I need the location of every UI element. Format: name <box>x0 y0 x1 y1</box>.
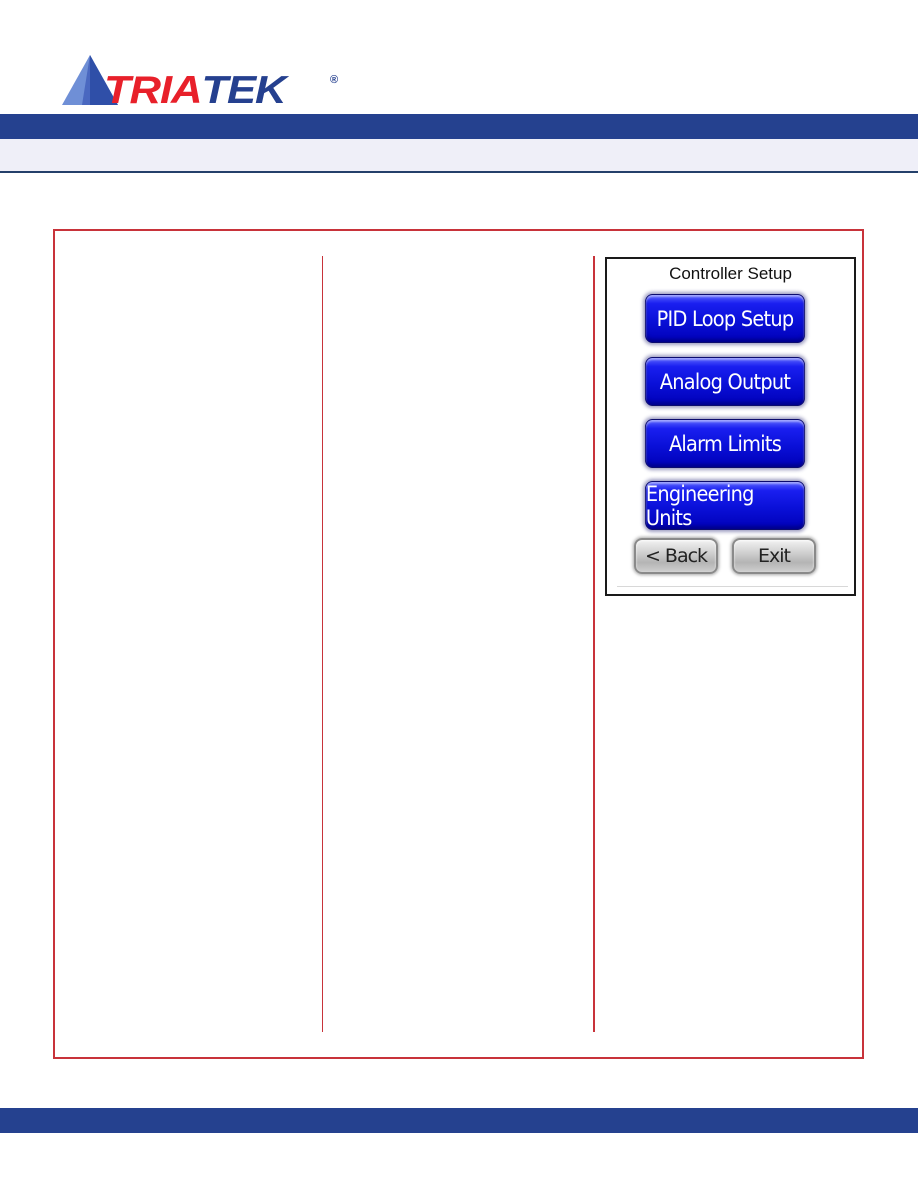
footer-bar <box>0 1108 918 1133</box>
back-button[interactable]: < Back <box>634 538 718 574</box>
header-bar <box>0 114 918 139</box>
header-band <box>0 139 918 173</box>
content-column-2 <box>338 256 578 1032</box>
controller-setup-screen: Controller Setup PID Loop Setup Analog O… <box>605 257 856 596</box>
column-divider-1 <box>322 256 323 1032</box>
exit-button[interactable]: Exit <box>732 538 816 574</box>
column-divider-2 <box>593 256 595 1032</box>
logo-wordmark-tek: TEK <box>201 69 286 112</box>
content-column-3 <box>605 600 855 1032</box>
logo-wordmark: TRIA TEK <box>104 69 287 112</box>
pid-loop-setup-button[interactable]: PID Loop Setup <box>644 294 806 343</box>
engineering-units-button[interactable]: Engineering Units <box>644 481 806 530</box>
registered-mark: ® <box>330 74 339 86</box>
logo-wordmark-tria: TRIA <box>104 69 203 112</box>
content-column-1 <box>68 256 308 1032</box>
screen-title: Controller Setup <box>669 264 792 283</box>
screen-divider <box>617 586 848 587</box>
triatek-logo: TRIA TEK ® <box>60 55 350 112</box>
alarm-limits-button[interactable]: Alarm Limits <box>644 419 806 468</box>
analog-output-button[interactable]: Analog Output <box>644 357 806 406</box>
